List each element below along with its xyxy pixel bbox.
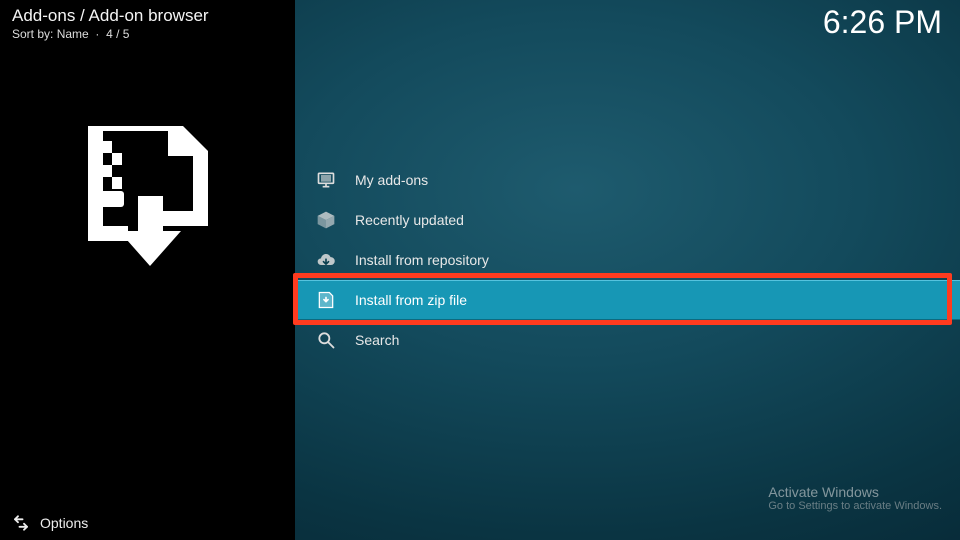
- sort-label: Sort by:: [12, 27, 53, 41]
- menu-item-label: Recently updated: [355, 212, 464, 228]
- monitor-icon: [315, 169, 337, 191]
- watermark-title: Activate Windows: [768, 484, 942, 500]
- windows-watermark: Activate Windows Go to Settings to activ…: [768, 484, 942, 512]
- menu-item-label: Search: [355, 332, 399, 348]
- menu-item-recently-updated[interactable]: Recently updated: [295, 200, 960, 240]
- sidebar: Add-ons / Add-on browser Sort by: Name ·…: [0, 0, 295, 540]
- sort-value: Name: [57, 27, 89, 41]
- box-icon: [315, 209, 337, 231]
- zip-download-large-icon: [73, 121, 223, 271]
- options-button[interactable]: Options: [12, 514, 88, 532]
- breadcrumb: Add-ons / Add-on browser: [0, 0, 295, 26]
- search-icon: [315, 329, 337, 351]
- options-icon: [12, 514, 30, 532]
- menu-item-install-repository[interactable]: Install from repository: [295, 240, 960, 280]
- zip-download-icon: [315, 289, 337, 311]
- menu-item-label: My add-ons: [355, 172, 428, 188]
- menu-list: My add-ons Recently updated: [295, 160, 960, 360]
- cloud-download-icon: [315, 249, 337, 271]
- menu-item-install-zip[interactable]: Install from zip file: [295, 280, 960, 320]
- menu-item-label: Install from repository: [355, 252, 489, 268]
- main-panel: 6:26 PM My add-ons: [295, 0, 960, 540]
- menu-item-my-addons[interactable]: My add-ons: [295, 160, 960, 200]
- menu-item-search[interactable]: Search: [295, 320, 960, 360]
- watermark-subtitle: Go to Settings to activate Windows.: [768, 500, 942, 512]
- sort-line: Sort by: Name · 4 / 5: [0, 27, 295, 41]
- options-label: Options: [40, 515, 88, 531]
- menu-item-label: Install from zip file: [355, 292, 467, 308]
- clock: 6:26 PM: [823, 4, 942, 41]
- position-indicator: 4 / 5: [106, 27, 129, 41]
